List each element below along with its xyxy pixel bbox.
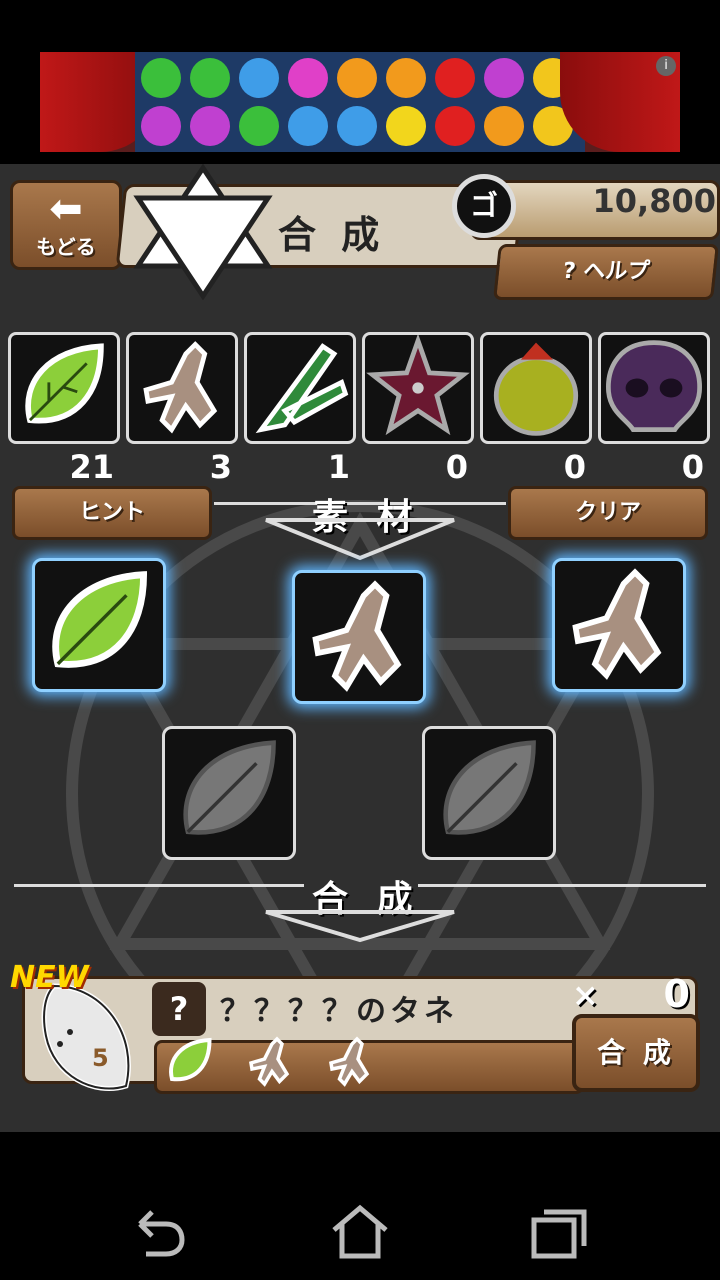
candy-icon [386, 106, 426, 146]
page-title: 合 成 [278, 213, 386, 257]
leaf-icon [52, 571, 148, 668]
candy-icon [435, 58, 475, 98]
candy-icon [239, 106, 279, 146]
candy-icon [337, 58, 377, 98]
inventory-flower[interactable] [362, 332, 474, 444]
leaf-placeholder-icon [183, 740, 276, 835]
info-icon[interactable]: i [656, 56, 676, 76]
inventory-skull[interactable] [598, 332, 710, 444]
back-button[interactable]: ⬅ もどる [10, 180, 122, 270]
fruit-icon [493, 342, 579, 436]
inventory-count: 1 [327, 448, 350, 486]
root-icon [143, 341, 218, 434]
candy-icon [141, 106, 181, 146]
material-slot-2[interactable] [292, 570, 426, 704]
result-name: ？？？？のタネ [220, 994, 458, 1029]
inventory-leaf[interactable] [8, 332, 120, 444]
arrow-left-icon: ⬅ [49, 186, 83, 232]
root-icon [312, 580, 402, 692]
material-slot-1[interactable] [32, 558, 166, 692]
unknown-icon: ? [152, 982, 206, 1036]
material-slot-4[interactable] [162, 726, 296, 860]
money-amount: 10,800 [592, 182, 716, 220]
inventory-count: 3 [209, 448, 232, 486]
arrow-down-icon [265, 518, 455, 561]
seed-level: 5 [92, 1044, 109, 1072]
new-badge: NEW [10, 960, 89, 995]
root-icon [572, 568, 662, 680]
coin-icon: ゴ [452, 174, 516, 238]
candy-icon [337, 106, 377, 146]
candy-icon [190, 58, 230, 98]
inventory-count: 0 [445, 448, 468, 486]
root-icon [249, 1036, 290, 1087]
inventory-count: 0 [563, 448, 586, 486]
material-slot-3[interactable] [552, 558, 686, 692]
hexagram-icon [133, 164, 273, 300]
multiply-icon: × [572, 976, 599, 1014]
home-nav-icon[interactable] [328, 1202, 392, 1262]
result-quantity: 0 [663, 972, 690, 1016]
flower-icon [366, 333, 470, 436]
candy-icon [484, 106, 524, 146]
synthesize-button[interactable]: 合 成 [572, 1014, 700, 1092]
leek-icon [255, 343, 349, 434]
candy-icon [190, 106, 230, 146]
synthesis-screen: ⬅ もどる 合 成 ゴ 10,800 ? ヘルプ 21 3 1 0 0 0 ヒン… [0, 164, 720, 1132]
help-button[interactable]: ? ヘルプ [493, 244, 719, 300]
candy-icon [435, 106, 475, 146]
inventory-root[interactable] [126, 332, 238, 444]
status-bar [0, 0, 720, 48]
inventory-count: 0 [681, 448, 704, 486]
inventory-count: 21 [69, 448, 114, 486]
candy-icon [484, 58, 524, 98]
candy-icon [141, 58, 181, 98]
arrow-down-icon [265, 910, 455, 943]
leaf-icon [25, 343, 104, 424]
leaf-icon [169, 1037, 212, 1082]
back-nav-icon[interactable] [126, 1202, 190, 1262]
candy-icon [288, 106, 328, 146]
root-icon [329, 1036, 370, 1087]
ad-banner[interactable]: i [40, 52, 680, 152]
candy-icon [288, 58, 328, 98]
skull-icon [606, 340, 702, 433]
divider [418, 884, 706, 887]
inventory-leek[interactable] [244, 332, 356, 444]
clear-button[interactable]: クリア [508, 486, 708, 540]
back-label: もどる [36, 235, 96, 259]
leaf-placeholder-icon [443, 740, 536, 835]
hint-button[interactable]: ヒント [12, 486, 212, 540]
material-slot-5[interactable] [422, 726, 556, 860]
candy-icon [386, 58, 426, 98]
navigation-bar [0, 1180, 720, 1280]
recents-nav-icon[interactable] [528, 1202, 592, 1262]
inventory-fruit[interactable] [480, 332, 592, 444]
divider [14, 884, 304, 887]
ad-candy-board [135, 52, 585, 152]
candy-icon [239, 58, 279, 98]
